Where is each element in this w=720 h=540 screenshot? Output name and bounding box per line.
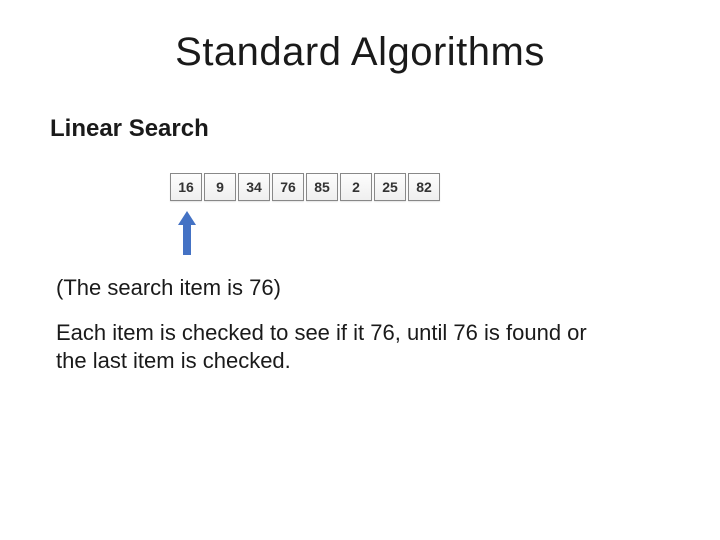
array-cell: 16 <box>170 173 202 201</box>
array-cell: 82 <box>408 173 440 201</box>
page-title: Standard Algorithms <box>50 30 670 75</box>
array-row: 16934768522582 <box>170 173 670 201</box>
search-target-note: (The search item is 76) <box>56 275 670 301</box>
pointer-arrow <box>170 211 670 255</box>
arrow-up-icon <box>178 211 196 255</box>
array-cell: 2 <box>340 173 372 201</box>
array-cell: 76 <box>272 173 304 201</box>
array-cell: 9 <box>204 173 236 201</box>
algorithm-description: Each item is checked to see if it 76, un… <box>56 319 596 374</box>
array-cell: 25 <box>374 173 406 201</box>
array-cell: 85 <box>306 173 338 201</box>
slide: Standard Algorithms Linear Search 169347… <box>0 0 720 404</box>
array-cell: 34 <box>238 173 270 201</box>
array-visual: 16934768522582 <box>170 173 670 201</box>
section-heading: Linear Search <box>50 115 670 143</box>
